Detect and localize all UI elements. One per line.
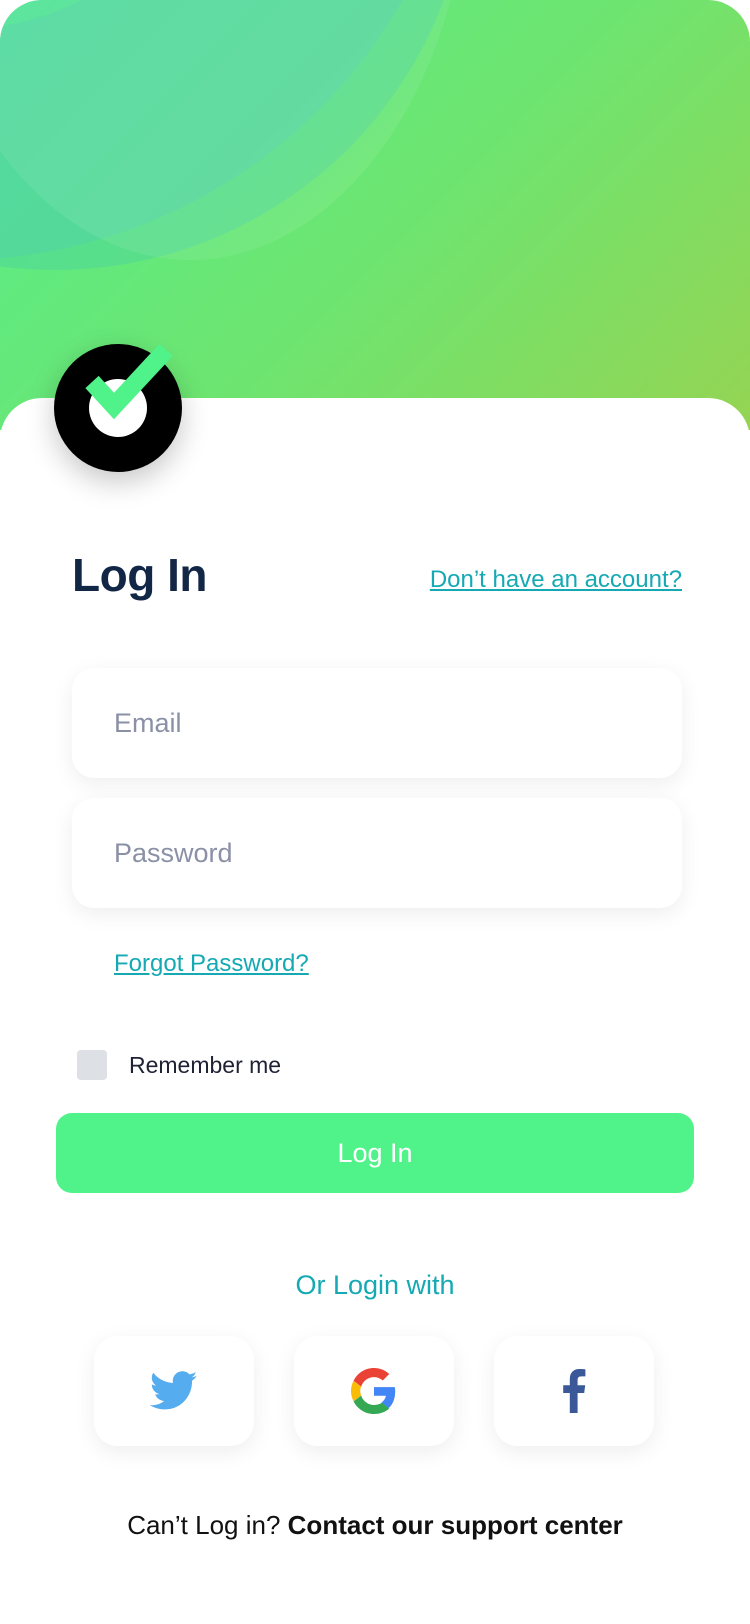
remember-me-option[interactable]: Remember me	[77, 1050, 281, 1080]
social-login-label: Or Login with	[295, 1270, 455, 1300]
facebook-icon	[563, 1369, 586, 1413]
signup-link[interactable]: Don’t have an account?	[430, 566, 682, 594]
twitter-icon	[150, 1371, 198, 1410]
forgot-password-link[interactable]: Forgot Password?	[114, 950, 309, 978]
remember-me-label: Remember me	[129, 1051, 282, 1078]
contact-support-link[interactable]: Contact our support center	[288, 1510, 623, 1540]
facebook-login-button[interactable]	[494, 1336, 654, 1446]
app-logo	[54, 343, 182, 472]
header-decoration-highlight	[0, 0, 470, 260]
google-login-button[interactable]	[294, 1336, 454, 1446]
support-text: Can’t Log in? Contact our support center	[0, 1510, 750, 1541]
password-field[interactable]	[72, 798, 682, 908]
page-title: Log In	[72, 549, 207, 601]
login-screen: Log In Don’t have an account? Forgot Pas…	[0, 0, 750, 1624]
login-button[interactable]: Log In	[56, 1113, 694, 1193]
google-icon	[351, 1368, 396, 1414]
remember-me-checkbox[interactable]	[77, 1050, 107, 1080]
support-prefix: Can’t Log in?	[127, 1510, 281, 1540]
email-field[interactable]	[72, 668, 682, 778]
checkmark-icon	[85, 343, 173, 420]
password-field-container	[72, 798, 682, 908]
twitter-login-button[interactable]	[94, 1336, 254, 1446]
email-field-container	[72, 668, 682, 778]
